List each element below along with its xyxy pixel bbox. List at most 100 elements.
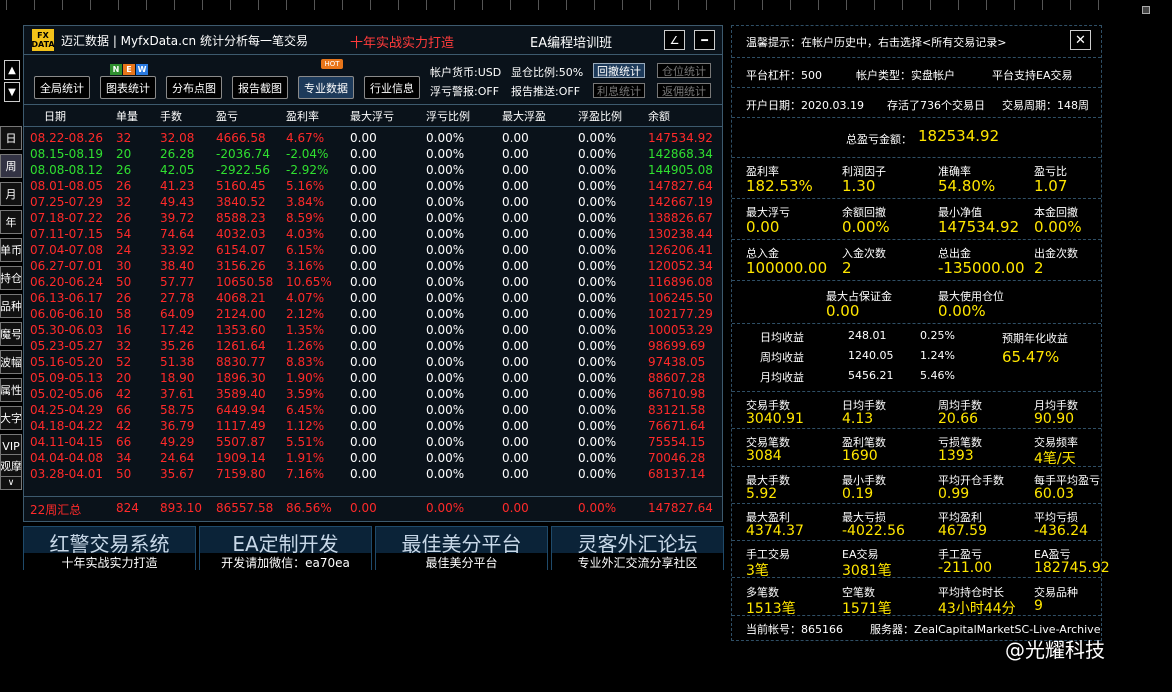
minimize-button[interactable]: ━ — [694, 30, 715, 50]
table-cell: 0.00% — [578, 323, 617, 337]
table-row[interactable]: 04.11-04.15 66 49.29 5507.87 5.51% 0.00 0.00% 0… — [24, 434, 722, 450]
table-row[interactable]: 05.09-05.13 20 18.90 1896.30 1.90% 0.00 0.00% 0… — [24, 370, 722, 386]
return-cell: 1.24% — [920, 349, 955, 362]
stats-row: 最大手数 5.92 最小手数 0.19 平均开仓手数 0.99 每手平均盈亏 60.03 — [732, 467, 1101, 504]
col-float-profit-ratio-header[interactable]: 浮盈比例 — [578, 108, 622, 124]
sidebar-item-product[interactable]: 品种 — [0, 294, 22, 318]
sidebar-item-observe[interactable]: 观摩 — [0, 454, 22, 478]
banner-forum[interactable]: 灵客外汇论坛 专业外汇交流分享社区 — [551, 526, 724, 570]
table-cell: 32.08 — [160, 131, 195, 145]
table-row[interactable]: 06.27-07.01 30 38.40 3156.26 3.16% 0.00 0.00% 0… — [24, 258, 722, 274]
col-max-float-loss-header[interactable]: 最大浮亏 — [350, 108, 394, 124]
ruler-tick — [902, 0, 903, 10]
table-cell: 5.51% — [286, 435, 325, 449]
withdraw-stats-button[interactable]: 回撤统计 — [593, 63, 645, 78]
rebate-stats-button[interactable]: 返佣统计 — [657, 83, 711, 98]
sidebar-item-attribute[interactable]: 属性 — [0, 378, 22, 402]
table-row[interactable]: 05.23-05.27 32 35.26 1261.64 1.26% 0.00 0.00% 0… — [24, 338, 722, 354]
sidebar-item-day[interactable]: 日 — [0, 126, 22, 150]
col-profit-rate-header[interactable]: 盈利率 — [286, 108, 319, 124]
col-max-float-profit-header[interactable]: 最大浮盈 — [502, 108, 546, 124]
table-row[interactable]: 06.06-06.10 58 64.09 2124.00 2.12% 0.00 0.00% 0… — [24, 306, 722, 322]
global-stats-button[interactable]: 全局统计 — [34, 76, 90, 99]
table-row[interactable]: 04.04-04.08 34 24.64 1909.14 1.91% 0.00 0.00% 0… — [24, 450, 722, 466]
table-cell: -2036.74 — [216, 147, 270, 161]
report-push[interactable]: 报告推送:OFF — [511, 83, 580, 99]
table-cell: 0.00 — [502, 451, 529, 465]
table-cell: 50 — [116, 467, 132, 481]
sidebar-item-magic[interactable]: 魔号 — [0, 322, 22, 346]
table-row[interactable]: 05.02-05.06 42 37.61 3589.40 3.59% 0.00 0.00% 0… — [24, 386, 722, 402]
settings-icon[interactable] — [1142, 6, 1150, 14]
table-row[interactable]: 07.25-07.29 32 49.43 3840.52 3.84% 0.00 0.00% 0… — [24, 194, 722, 210]
header-slogan[interactable]: 十年实战实力打造 — [350, 32, 454, 51]
hot-badge: HOT — [321, 59, 343, 69]
table-row[interactable]: 07.11-07.15 54 74.64 4032.03 4.03% 0.00 0.00% 0… — [24, 226, 722, 242]
table-row[interactable]: 08.01-08.05 26 41.23 5160.45 5.16% 0.00 0.00% 0… — [24, 178, 722, 194]
position-ratio[interactable]: 显仓比例:50% — [511, 64, 583, 80]
col-orders-header[interactable]: 单量 — [116, 108, 138, 124]
table-row[interactable]: 06.13-06.17 26 27.78 4068.21 4.07% 0.00 0.00% 0… — [24, 290, 722, 306]
ruler-tick — [1014, 0, 1015, 10]
position-stats-button[interactable]: 仓位统计 — [657, 63, 711, 78]
table-row[interactable]: 03.28-04.01 50 35.67 7159.80 7.16% 0.00 0.00% 0… — [24, 466, 722, 482]
ea-training-link[interactable]: EA编程培训班 — [530, 32, 612, 51]
stats-row: 多笔数 1513笔 空笔数 1571笔 平均持仓时长 43小时44分 交易品种 9 — [732, 579, 1101, 617]
edit-icon[interactable]: ∠ — [664, 30, 685, 50]
banner-cent-platform[interactable]: 最佳美分平台 最佳美分平台 — [375, 526, 548, 570]
table-cell: 0.00% — [426, 211, 465, 225]
table-row[interactable]: 08.22-08.26 32 32.08 4666.58 4.67% 0.00 0.00% 0… — [24, 130, 722, 146]
close-button[interactable]: ✕ — [1070, 30, 1091, 50]
stat-value: 0.00% — [842, 218, 890, 236]
table-row[interactable]: 08.08-08.12 26 42.05 -2922.56 -2.92% 0.00 0.00… — [24, 162, 722, 178]
table-row[interactable]: 06.20-06.24 50 57.77 10650.58 10.65% 0.00 0.00… — [24, 274, 722, 290]
chevron-down-icon[interactable]: ∨ — [0, 476, 22, 490]
banner-redalert[interactable]: 红警交易系统 十年实战实力打造 — [23, 526, 196, 570]
banner-ea-custom[interactable]: EA定制开发 开发请加微信：ea70ea — [199, 526, 372, 570]
chart-stats-button[interactable]: 图表统计 — [100, 76, 156, 99]
top-strip — [0, 0, 1172, 22]
col-pl-header[interactable]: 盈亏 — [216, 108, 238, 124]
sidebar-item-year[interactable]: 年 — [0, 210, 22, 234]
stat-value: 90.90 — [1034, 411, 1075, 427]
divider — [24, 54, 722, 55]
stat-value: 2 — [1034, 259, 1044, 277]
annual-return-value: 65.47% — [1002, 348, 1060, 366]
sidebar-item-range[interactable]: 波幅 — [0, 350, 22, 374]
stat-value: 2 — [842, 259, 852, 277]
col-float-loss-ratio-header[interactable]: 浮亏比例 — [426, 108, 470, 124]
scroll-up-arrow[interactable]: ▲ — [4, 60, 20, 80]
table-cell: 35.26 — [160, 339, 195, 353]
report-screenshot-button[interactable]: 报告截图 — [232, 76, 288, 99]
sidebar-item-bigfont[interactable]: 大字 — [0, 406, 22, 430]
sidebar-item-week[interactable]: 周 — [0, 154, 22, 178]
table-row[interactable]: 04.18-04.22 42 36.79 1117.49 1.12% 0.00 0.00% 0… — [24, 418, 722, 434]
float-alert[interactable]: 浮亏警报:OFF — [430, 83, 499, 99]
stat-value: 0.00 — [746, 218, 780, 236]
table-cell: 0.00% — [426, 419, 465, 433]
table-row[interactable]: 05.30-06.03 16 17.42 1353.60 1.35% 0.00 0.00% 0… — [24, 322, 722, 338]
sidebar-item-position[interactable]: 持仓 — [0, 266, 22, 290]
interest-stats-button[interactable]: 利息统计 — [593, 83, 645, 98]
table-cell: 0.00% — [426, 339, 465, 353]
total-pl-value: 182534.92 — [918, 127, 1000, 145]
distribution-button[interactable]: 分布点图 — [166, 76, 222, 99]
table-row[interactable]: 08.15-08.19 20 26.28 -2036.74 -2.04% 0.00 0.00… — [24, 146, 722, 162]
col-lots-header[interactable]: 手数 — [160, 108, 182, 124]
pro-data-button[interactable]: 专业数据 — [298, 76, 354, 99]
scroll-down-arrow[interactable]: ▼ — [4, 82, 20, 102]
table-row[interactable]: 04.25-04.29 66 58.75 6449.94 6.45% 0.00 0.00% 0… — [24, 402, 722, 418]
col-balance-header[interactable]: 余额 — [648, 108, 670, 124]
col-date-header[interactable]: 日期 — [44, 108, 66, 124]
industry-info-button[interactable]: 行业信息 — [364, 76, 420, 99]
table-row[interactable]: 07.18-07.22 26 39.72 8588.23 8.59% 0.00 0.00% 0… — [24, 210, 722, 226]
table-cell: 1261.64 — [216, 339, 266, 353]
table-cell: 0.00 — [350, 419, 377, 433]
table-cell: 102177.29 — [648, 307, 713, 321]
table-row[interactable]: 05.16-05.20 52 51.38 8830.77 8.83% 0.00 0.00% 0… — [24, 354, 722, 370]
stat-value: 100000.00 — [746, 259, 828, 277]
sidebar-item-symbol[interactable]: 单币 — [0, 238, 22, 262]
table-row[interactable]: 07.04-07.08 24 33.92 6154.07 6.15% 0.00 0.00% 0… — [24, 242, 722, 258]
ruler-tick — [818, 0, 819, 10]
sidebar-item-month[interactable]: 月 — [0, 182, 22, 206]
